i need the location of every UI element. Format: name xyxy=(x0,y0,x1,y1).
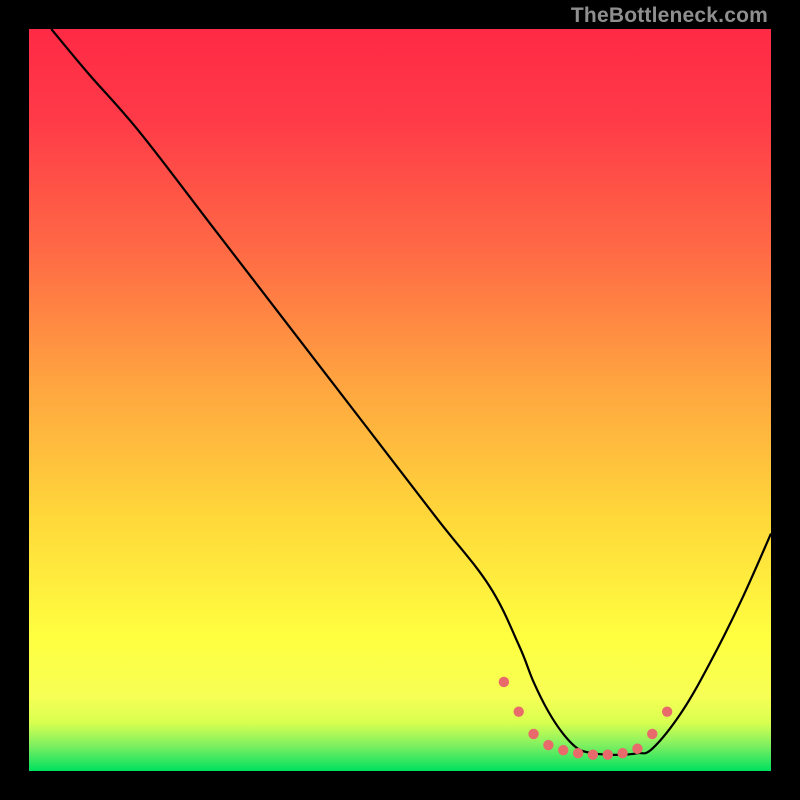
data-dot xyxy=(514,706,524,716)
data-dot xyxy=(543,740,553,750)
data-dot xyxy=(573,748,583,758)
gradient-background xyxy=(29,29,771,771)
data-dot xyxy=(603,749,613,759)
data-dot xyxy=(528,729,538,739)
data-dot xyxy=(647,729,657,739)
watermark-text: TheBottleneck.com xyxy=(571,4,768,28)
plot-area xyxy=(29,29,771,771)
data-dot xyxy=(588,749,598,759)
data-dot xyxy=(632,744,642,754)
data-dot xyxy=(662,706,672,716)
data-dot xyxy=(499,677,509,687)
data-dot xyxy=(617,748,627,758)
data-dot xyxy=(558,745,568,755)
chart-frame: TheBottleneck.com xyxy=(0,0,800,800)
chart-svg xyxy=(29,29,771,771)
